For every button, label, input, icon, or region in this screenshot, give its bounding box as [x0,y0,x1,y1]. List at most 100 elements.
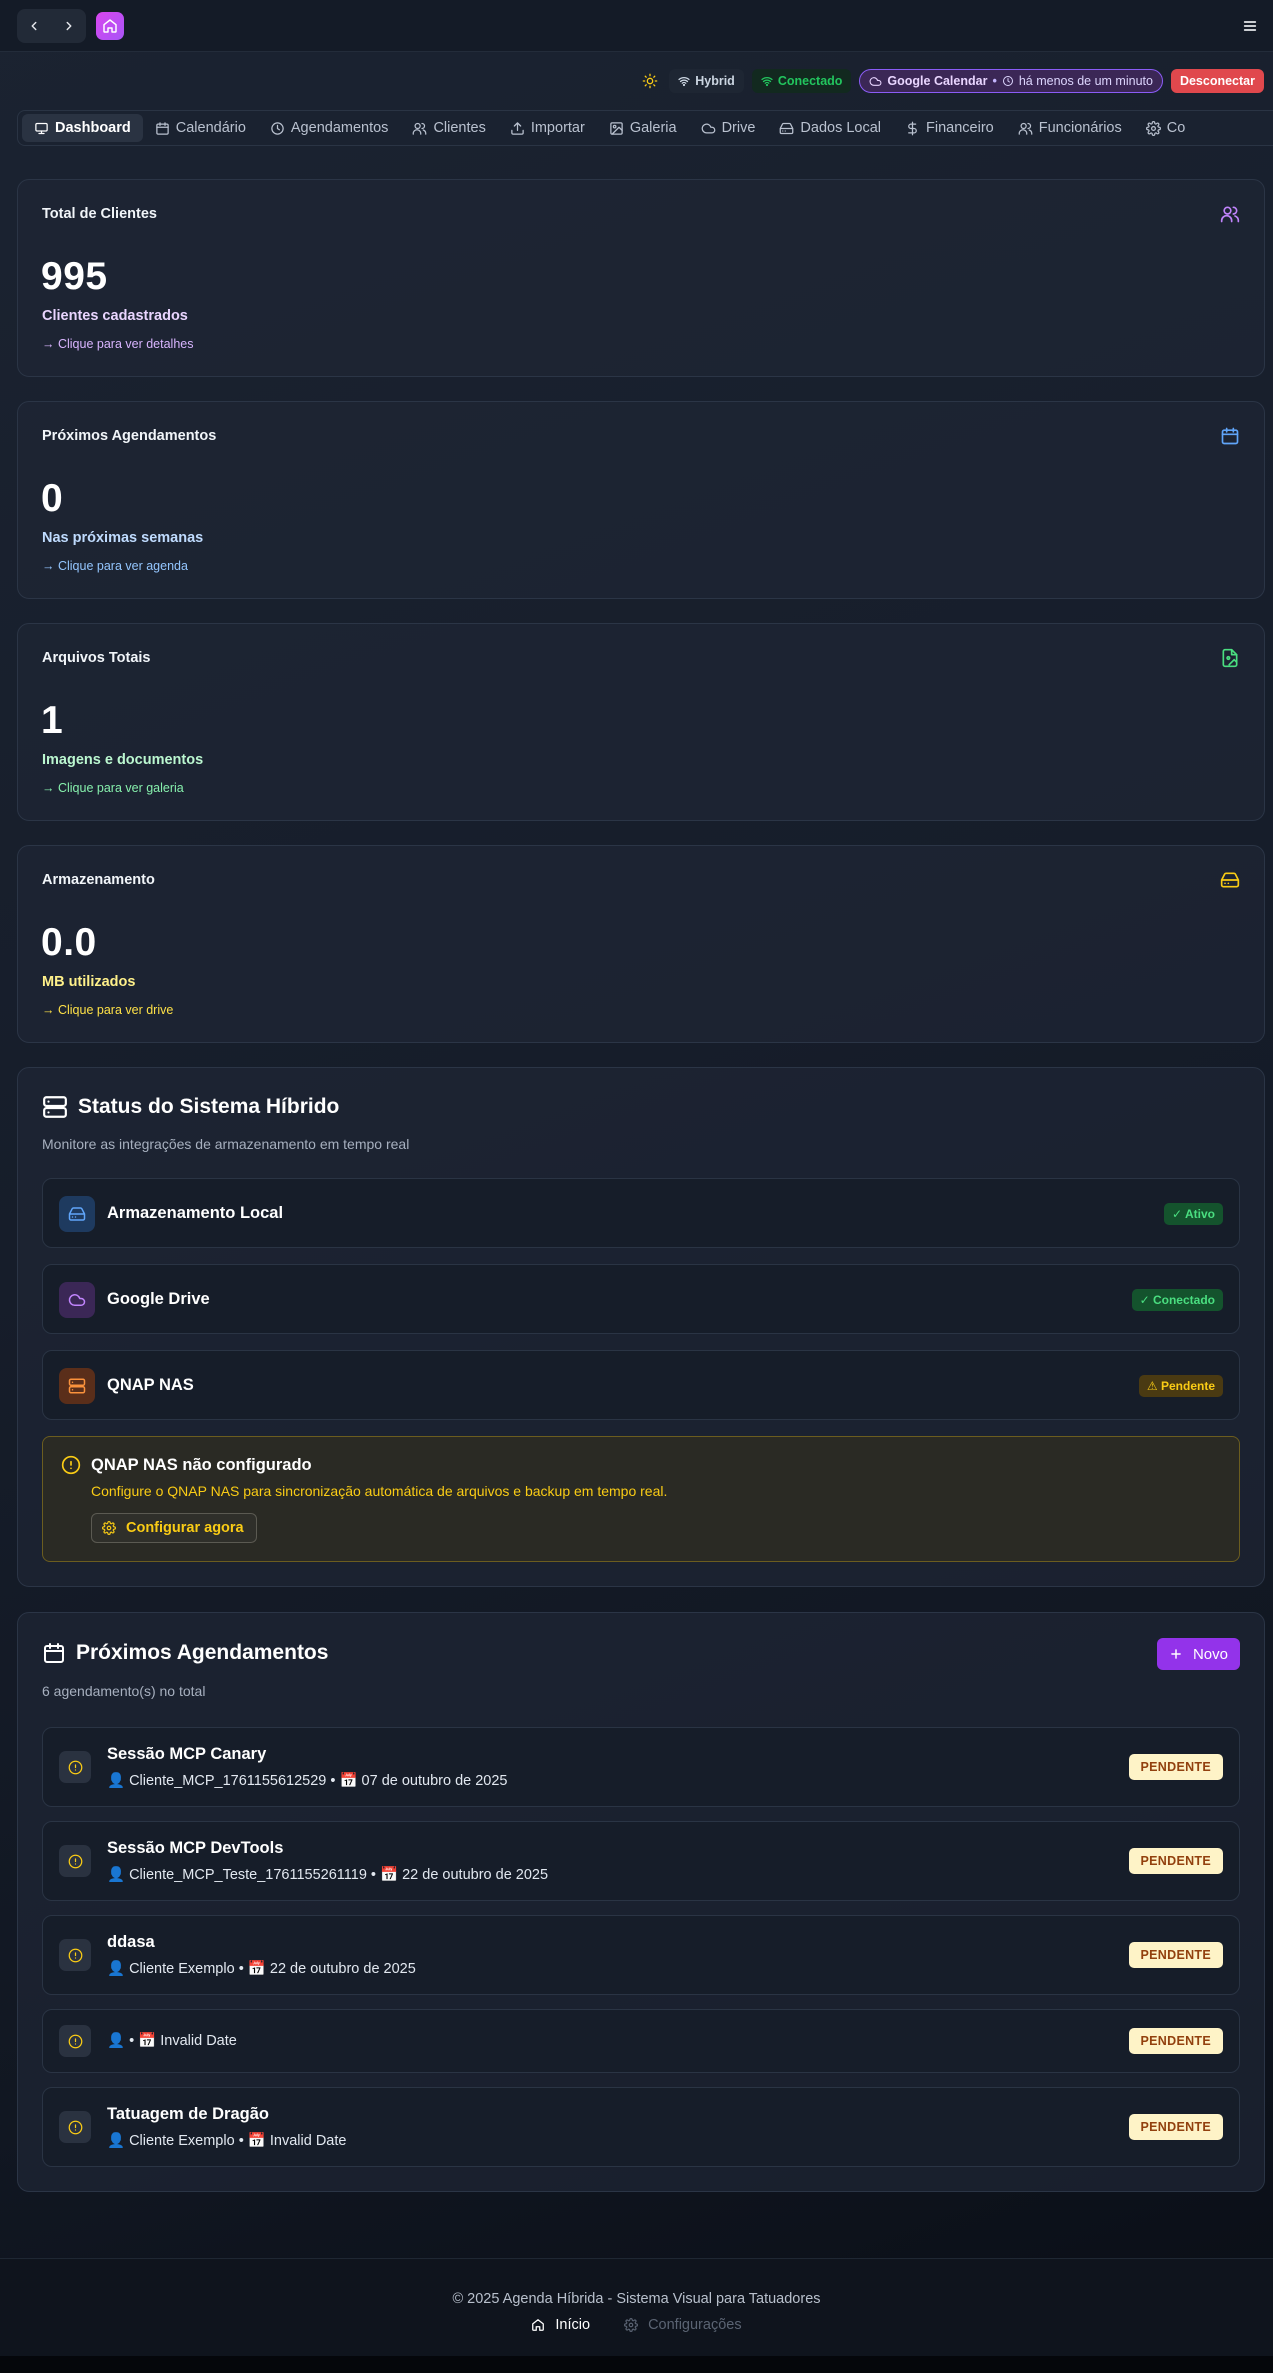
menu-button[interactable] [1240,16,1260,36]
calendar-icon [1221,427,1239,445]
tab-clientes[interactable]: Clientes [400,114,497,142]
tab-importar[interactable]: Importar [498,114,597,142]
stat-link[interactable]: → Clique para ver drive [42,1003,173,1017]
stat-title: Arquivos Totais [42,650,151,666]
home-button[interactable] [96,12,124,40]
appointment-title: Sessão MCP Canary [107,1745,267,1763]
alert-circle-icon [68,1948,82,1962]
tab-label: Clientes [433,120,486,136]
top-bar [0,0,1273,52]
integration-name: QNAP NAS [107,1376,194,1394]
tab-label: Calendário [175,120,246,136]
stat-card-arquivos[interactable]: Arquivos Totais 1 Imagens e documentos →… [17,623,1265,821]
integration-icon-box [59,1196,95,1232]
home-icon [532,2319,545,2331]
calendar-icon [44,1643,64,1663]
hard-drive-icon [1220,872,1240,888]
gear-icon [1145,120,1161,136]
appointment-title: Tatuagem de Dragão [107,2105,269,2123]
new-appointment-button[interactable]: Novo [1156,1638,1240,1670]
disconnect-button[interactable]: Desconectar [1170,69,1264,93]
google-calendar-status[interactable]: Google Calendar • há menos de um minuto [859,69,1163,93]
stat-value: 0 [41,477,64,520]
appointment-item[interactable]: Tatuagem de Dragão 👤 Cliente Exemplo • 📅… [42,2087,1240,2167]
footer-settings-link[interactable]: Configurações [624,2317,742,2333]
status-badge: ✓ Ativo [1164,1203,1223,1225]
appointment-item[interactable]: 👤 • 📅 Invalid Date PENDENTE [42,2009,1240,2073]
status-badge: PENDENTE [1128,2114,1223,2140]
alert-circle-icon [68,1854,82,1868]
section-header: Status do Sistema Híbrido [42,1094,339,1120]
status-bar: Hybrid Conectado Google Calendar • há me… [639,68,1264,94]
appointment-item[interactable]: Sessão MCP DevTools 👤 Cliente_MCP_Teste_… [42,1821,1240,1901]
separator-dot: • [992,74,997,88]
status-badge: PENDENTE [1128,1754,1223,1780]
alert-circle-icon [68,2034,82,2048]
clock-icon [1002,76,1013,86]
tab-label: Funcionários [1038,120,1122,136]
integration-row-qnap[interactable]: QNAP NAS ⚠ Pendente [42,1350,1240,1420]
configure-now-button[interactable]: Configurar agora [91,1513,257,1543]
status-badge: ✓ Conectado [1131,1289,1223,1311]
copyright: © 2025 Agenda Híbrida - Sistema Visual p… [452,2291,821,2307]
sun-icon [642,73,658,89]
tab-agendamentos[interactable]: Agendamentos [258,114,401,142]
stat-value: 1 [41,699,64,742]
home-icon [103,19,117,33]
appointment-meta: 👤 • 📅 Invalid Date [107,2033,237,2049]
dollar-icon [908,121,917,135]
clock-icon [271,121,284,135]
tab-funcionarios[interactable]: Funcionários [1006,114,1134,142]
appointment-item[interactable]: ddasa 👤 Cliente Exemplo • 📅 22 de outubr… [42,1915,1240,1995]
status-badge: PENDENTE [1128,1942,1223,1968]
stat-card-clientes[interactable]: Total de Clientes 995 Clientes cadastrad… [17,179,1265,377]
tab-configuracoes[interactable]: Co [1134,114,1198,142]
tab-financeiro[interactable]: Financeiro [893,114,1006,142]
connection-badge: Conectado [751,69,852,93]
stat-description: Clientes cadastrados [42,308,188,324]
forward-button[interactable] [55,12,83,40]
theme-toggle[interactable] [639,70,661,92]
monitor-icon [35,122,48,134]
users-icon [413,122,427,135]
stat-link[interactable]: → Clique para ver detalhes [42,337,193,351]
tab-galeria[interactable]: Galeria [597,114,689,142]
tab-label: Agendamentos [290,120,389,136]
tab-drive[interactable]: Drive [689,114,768,142]
stat-card-agendamentos[interactable]: Próximos Agendamentos 0 Nas próximas sem… [17,401,1265,599]
chevron-right-icon [66,21,72,31]
appointments-card: Próximos Agendamentos Novo 6 agendamento… [17,1612,1265,2192]
cloud-icon [68,1294,86,1306]
tab-calendario[interactable]: Calendário [143,114,258,142]
main-tabs: Dashboard Calendário Agendamentos Client… [17,110,1273,146]
history-nav [17,9,86,43]
footer-home-link[interactable]: Início [531,2317,590,2333]
footer-links: Início Configurações [0,2317,1273,2333]
tab-dados-local[interactable]: Dados Local [767,114,893,142]
tab-label: Financeiro [926,120,994,136]
stat-description: MB utilizados [42,974,136,990]
footer: © 2025 Agenda Híbrida - Sistema Visual p… [0,2258,1273,2356]
button-label: Novo [1192,1645,1228,1663]
integration-row-google-drive[interactable]: Google Drive ✓ Conectado [42,1264,1240,1334]
stat-link[interactable]: → Clique para ver agenda [42,559,188,573]
tab-dashboard[interactable]: Dashboard [22,114,143,142]
bottom-strip [0,2356,1273,2373]
stat-title: Total de Clientes [42,206,157,222]
alert-circle-icon [68,2120,82,2134]
gcal-sync-time: há menos de um minuto [1018,74,1153,88]
stat-card-armazenamento[interactable]: Armazenamento 0.0 MB utilizados → Clique… [17,845,1265,1043]
back-button[interactable] [20,12,48,40]
image-icon [610,121,623,135]
stat-link[interactable]: → Clique para ver galeria [42,781,184,795]
users-icon [1018,122,1033,135]
gear-icon [624,2318,639,2332]
button-label: Configurar agora [126,1520,244,1536]
status-badge: PENDENTE [1128,2028,1223,2054]
warning-title: QNAP NAS não configurado [91,1456,312,1474]
alert-circle-icon [61,1455,81,1475]
warning-description: Configure o QNAP NAS para sincronização … [91,1483,668,1499]
appointment-item[interactable]: Sessão MCP Canary 👤 Cliente_MCP_17611556… [42,1727,1240,1807]
integration-row-local[interactable]: Armazenamento Local ✓ Ativo [42,1178,1240,1248]
stat-title: Próximos Agendamentos [42,428,217,444]
